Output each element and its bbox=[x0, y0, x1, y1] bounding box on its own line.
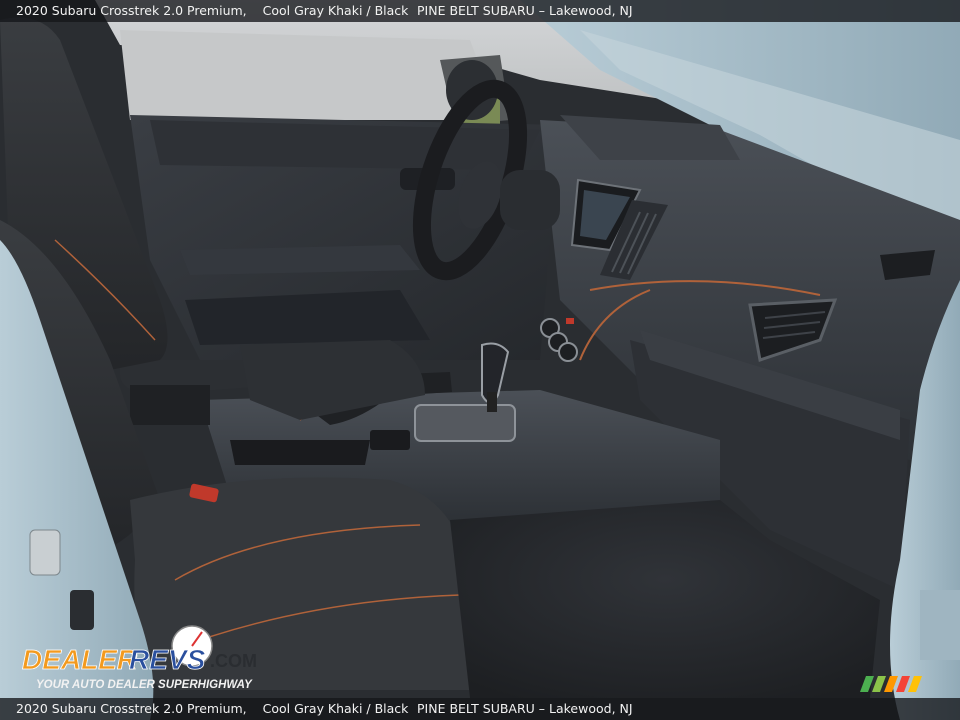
vehicle-colors-bottom: Cool Gray Khaki / Black bbox=[262, 701, 409, 716]
dealer-name-bottom: PINE BELT SUBARU – Lakewood, NJ bbox=[417, 701, 633, 716]
svg-text:YOUR AUTO DEALER SUPERHIGHWAY: YOUR AUTO DEALER SUPERHIGHWAY bbox=[36, 679, 253, 691]
caption-vehicle-info-bottom: 2020 Subaru Crosstrek 2.0 Premium, Cool … bbox=[16, 698, 408, 720]
vehicle-name: 2020 Subaru Crosstrek 2.0 Premium, bbox=[16, 3, 247, 18]
car-interior-photo bbox=[0, 0, 960, 720]
svg-text:DEALER: DEALER bbox=[22, 644, 138, 675]
svg-text:REVS: REVS bbox=[129, 644, 206, 675]
vehicle-name-bottom: 2020 Subaru Crosstrek 2.0 Premium, bbox=[16, 701, 247, 716]
svg-text:.COM: .COM bbox=[210, 651, 257, 671]
dealer-name: PINE BELT SUBARU – Lakewood, NJ bbox=[417, 3, 633, 18]
vehicle-colors: Cool Gray Khaki / Black bbox=[262, 3, 409, 18]
dealerrevs-logo: DEALER REVS .COM YOUR AUTO DEALER SUPERH… bbox=[22, 625, 257, 691]
stripe-logo bbox=[860, 676, 922, 692]
caption-vehicle-info: 2020 Subaru Crosstrek 2.0 Premium, Cool … bbox=[16, 0, 408, 22]
caption-bar-bottom: 2020 Subaru Crosstrek 2.0 Premium, Cool … bbox=[0, 698, 960, 720]
photo-frame: 2020 Subaru Crosstrek 2.0 Premium, Cool … bbox=[0, 0, 960, 720]
caption-bar-top: 2020 Subaru Crosstrek 2.0 Premium, Cool … bbox=[0, 0, 960, 22]
